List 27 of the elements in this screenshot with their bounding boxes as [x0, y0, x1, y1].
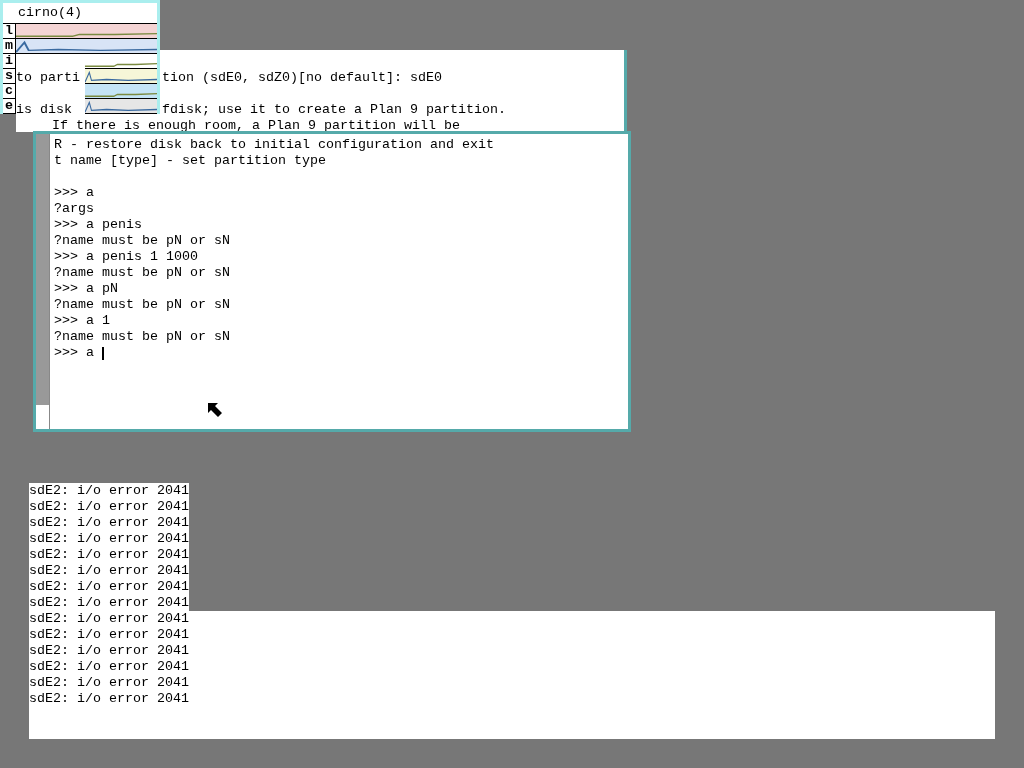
meter-label: m [3, 39, 16, 54]
terminal-text: fdisk; use it to create a Plan 9 partition. [162, 102, 506, 118]
meter-label: i [3, 54, 16, 69]
terminal-text: If there is enough room, a Plan 9 partition will be [52, 118, 460, 132]
window-title: cirno(4) [3, 3, 157, 24]
terminal-text: tion (sdE0, sdZ0)[no default]: sdE0 [162, 70, 442, 86]
terminal-line: ?name must be pN or sN [54, 233, 231, 249]
terminal-line: ?name must be pN or sN [54, 329, 231, 345]
terminal-line: >>> a penis 1 1000 [54, 249, 199, 265]
text-cursor [102, 346, 104, 360]
meter-label: c [3, 84, 16, 99]
terminal-line: ?args [54, 201, 95, 217]
meter-label: s [3, 69, 16, 84]
terminal-line: >>> a [54, 345, 94, 361]
terminal-line: >>> a [54, 185, 95, 201]
pointer-icon [208, 403, 222, 417]
meter-label: e [3, 99, 16, 114]
meter-label: l [3, 24, 16, 39]
terminal-line: ?name must be pN or sN [54, 297, 231, 313]
terminal-text: to parti [16, 70, 81, 86]
terminal-line: ?name must be pN or sN [54, 265, 231, 281]
terminal-text: is disk [16, 102, 73, 118]
terminal-line: t name [type] - set partition type [54, 153, 327, 169]
terminal-line: >>> a pN [54, 281, 119, 297]
terminal-line: >>> a penis [54, 217, 143, 233]
terminal-line: >>> a 1 [54, 313, 111, 329]
terminal-line: R - restore disk back to initial configuration and exit [54, 137, 494, 153]
